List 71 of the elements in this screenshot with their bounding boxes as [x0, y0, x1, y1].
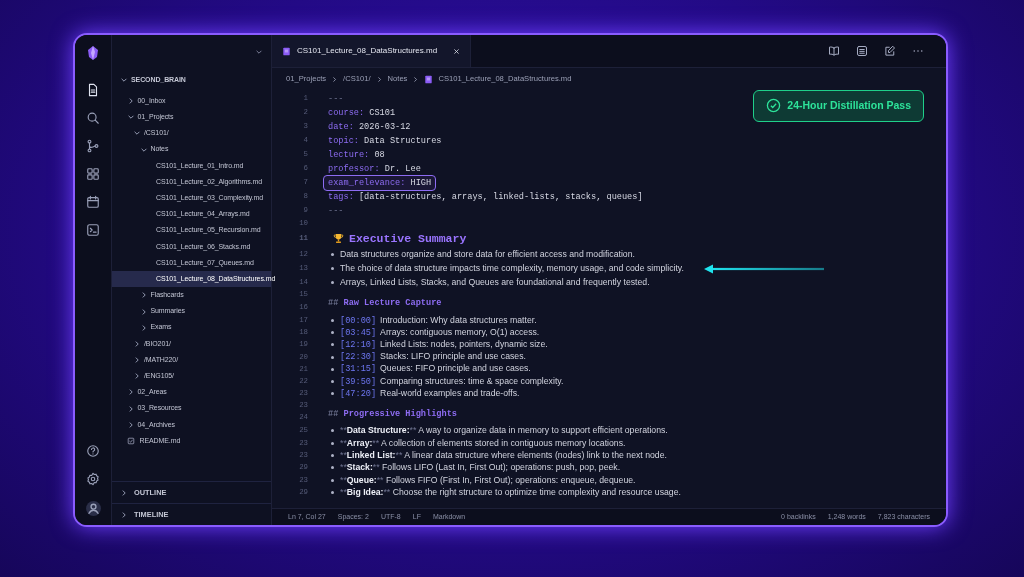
list-icon[interactable] — [856, 45, 868, 57]
frontmatter-property: lecture: 08 — [328, 148, 385, 162]
bullet-text: [12:10] Linked Lists: nodes, pointers, dynamic size. — [340, 338, 548, 352]
note-icon — [126, 437, 135, 446]
branch-icon[interactable] — [86, 139, 100, 153]
bullet-icon — [331, 355, 334, 359]
calendar-icon[interactable] — [86, 195, 100, 209]
section-heading: ## Progressive Highlights — [328, 408, 457, 419]
bullet-text: [39:50] Comparing structures: time & space complexity. — [340, 374, 564, 389]
frontmatter-property: exam_relevance: HIGH — [323, 174, 437, 192]
chevron-icon — [375, 75, 383, 83]
book-icon[interactable] — [828, 45, 840, 57]
bullet-text: **Queue:** Follows FIFO (First In, First Out); operations: enqueue, dequeue. — [340, 473, 636, 487]
bullet-icon — [331, 380, 334, 384]
logo-icon — [85, 45, 101, 61]
chevron-icon — [331, 75, 339, 83]
help-icon[interactable] — [86, 444, 100, 458]
section-heading: Executive Summary — [349, 230, 467, 247]
check-circle-icon — [766, 98, 782, 114]
section-heading: ## Raw Lecture Capture — [328, 298, 442, 309]
search-icon[interactable] — [86, 111, 100, 125]
bullet-text: [31:15] Queues: FIFO principle and use cases. — [340, 362, 531, 377]
grid-icon[interactable] — [86, 167, 100, 181]
frontmatter-property: tags: [data-structures, arrays, linked-lists, stacks, queues] — [328, 190, 643, 204]
bullet-icon — [331, 441, 334, 445]
bullet-icon — [331, 466, 334, 470]
frontmatter-property: professor: Dr. Lee — [328, 162, 421, 176]
bullet-text: The choice of data structure impacts time complexity, memory usage, and code simplicity. — [340, 261, 684, 275]
bullet-icon — [331, 478, 334, 482]
file-icon[interactable] — [86, 83, 100, 97]
chevron-icon — [120, 488, 128, 497]
bullet-icon — [331, 281, 334, 284]
terminal-icon[interactable] — [86, 223, 100, 237]
document-icon — [424, 74, 434, 84]
document-icon — [282, 46, 291, 56]
bullet-text: [03:45] Arrays: contiguous memory, O(1) access. — [340, 325, 540, 340]
bullet-icon — [331, 267, 334, 270]
edit-icon[interactable] — [884, 45, 896, 57]
bullet-icon — [331, 490, 334, 494]
frontmatter-property: topic: Data Structures — [328, 134, 442, 148]
bullet-icon — [331, 367, 334, 371]
frontmatter-property: date: 2026-03-12 — [328, 120, 411, 134]
frontmatter-property: course: CS101 — [328, 106, 396, 120]
chevron-icon — [120, 76, 128, 84]
bullet-text: [47:20] Real-world examples and trade-offs. — [340, 386, 520, 401]
bullet-icon — [331, 429, 334, 433]
bullet-icon — [331, 343, 334, 347]
chevron-icon — [412, 75, 420, 83]
bullet-text: **Stack:** Follows LIFO (Last In, First Out); operations: push, pop, peek. — [340, 461, 621, 475]
bullet-text: **Linked List:** A linear data structure where elements (nodes) link to the next node. — [340, 449, 667, 463]
settings-icon[interactable] — [86, 472, 100, 486]
bullet-text: Arrays, Linked Lists, Stacks, and Queues are foundational and frequently tested. — [340, 275, 650, 289]
file-tab[interactable]: CS101_Lecture_08_DataStructures.md — [272, 35, 472, 67]
bullet-text: **Data Structure:** A way to organize data in memory to support efficient operations. — [340, 424, 668, 438]
trophy-icon — [333, 232, 344, 244]
close-icon[interactable] — [453, 47, 461, 55]
bullet-text: **Array:** A collection of elements stored in contiguous memory locations. — [340, 436, 626, 450]
bullet-icon — [331, 392, 334, 396]
chevron-icon — [120, 510, 128, 519]
bullet-icon — [331, 331, 334, 335]
avatar-icon[interactable] — [84, 500, 102, 517]
bullet-icon — [331, 253, 334, 256]
bullet-text: [00:00] Introduction: Why data structures matter. — [340, 313, 537, 328]
frontmatter-delimiter: --- — [328, 204, 344, 218]
frontmatter-delimiter: --- — [328, 92, 344, 106]
bullet-icon — [331, 319, 334, 323]
bullet-text: Data structures organize and store data for efficient access and modification. — [340, 247, 635, 261]
bullet-text: [22:30] Stacks: LIFO principle and use cases. — [340, 350, 526, 364]
bullet-text: **Big Idea:** Choose the right structure to optimize time complexity and resource usage. — [340, 485, 681, 499]
bullet-icon — [331, 454, 334, 458]
status-badge: 24-Hour Distillation Pass — [753, 90, 924, 122]
